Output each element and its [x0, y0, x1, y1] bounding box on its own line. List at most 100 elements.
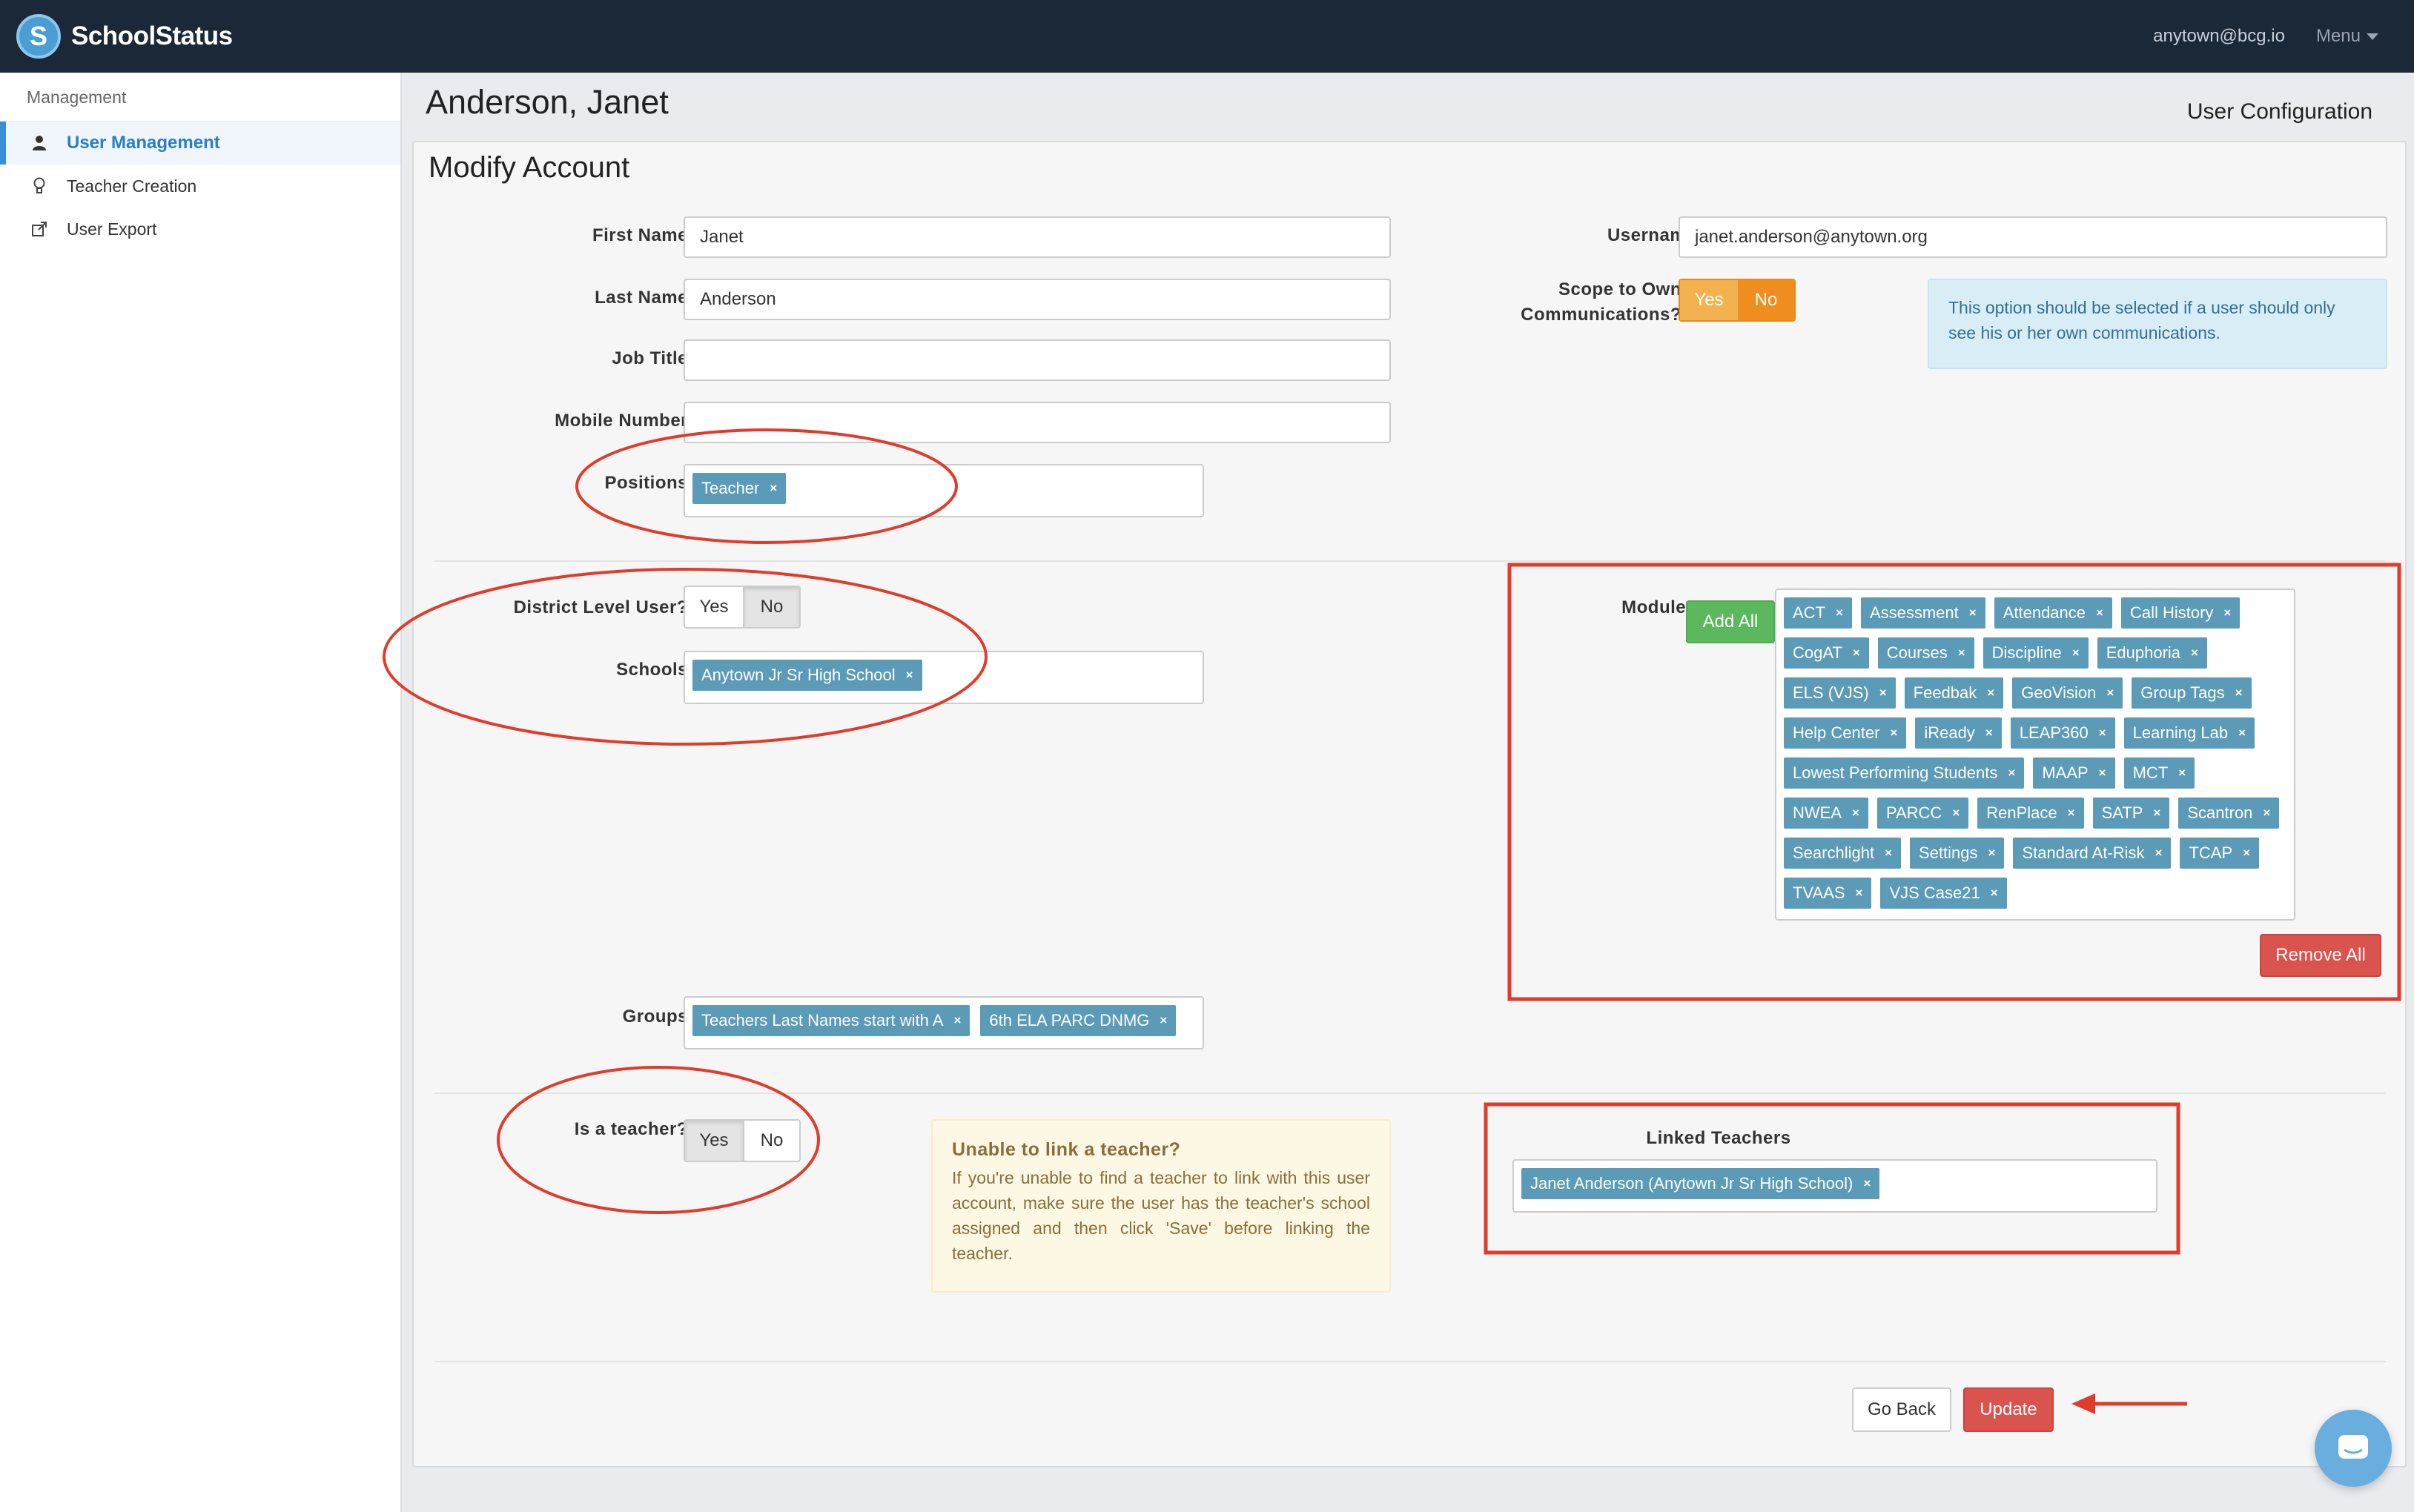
last-name-input[interactable]: Anderson — [684, 279, 1391, 320]
group-tag[interactable]: Teachers Last Names start with A × — [692, 1005, 970, 1036]
remove-tag-icon[interactable]: × — [2155, 846, 2163, 861]
sidebar-item-user-export[interactable]: User Export — [0, 208, 400, 251]
module-tag[interactable]: TCAP × — [2180, 838, 2260, 869]
remove-tag-icon[interactable]: × — [1852, 806, 1859, 820]
remove-tag-icon[interactable]: × — [1987, 686, 1994, 700]
module-tag[interactable]: Eduphoria × — [2097, 637, 2207, 669]
module-tag[interactable]: SATP × — [2092, 798, 2170, 829]
school-tag[interactable]: Anytown Jr Sr High School × — [692, 660, 922, 691]
remove-tag-icon[interactable]: × — [1969, 606, 1977, 620]
module-tag[interactable]: NWEA × — [1784, 798, 1868, 829]
module-tag[interactable]: Lowest Performing Students × — [1784, 757, 2025, 789]
job-title-input[interactable] — [684, 339, 1391, 381]
remove-tag-icon[interactable]: × — [1853, 646, 1860, 660]
remove-tag-icon[interactable]: × — [906, 668, 913, 683]
module-tag[interactable]: PARCC × — [1876, 798, 1969, 829]
remove-tag-icon[interactable]: × — [1863, 1176, 1871, 1191]
sidebar-item-user-management[interactable]: User Management — [0, 122, 400, 165]
remove-tag-icon[interactable]: × — [2106, 686, 2114, 700]
module-tag[interactable]: Searchlight × — [1784, 838, 1902, 869]
module-tag[interactable]: Group Tags × — [2132, 677, 2252, 709]
remove-tag-icon[interactable]: × — [1856, 886, 1863, 901]
remove-tag-icon[interactable]: × — [2099, 766, 2106, 780]
module-tag[interactable]: CogAT × — [1784, 637, 1869, 669]
scope-toggle[interactable]: Yes No — [1679, 279, 1796, 322]
menu-dropdown[interactable]: Menu — [2316, 26, 2378, 47]
district-yes-option[interactable]: Yes — [685, 587, 743, 627]
remove-tag-icon[interactable]: × — [1958, 646, 1965, 660]
schools-tag-input[interactable]: Anytown Jr Sr High School × — [684, 651, 1204, 704]
positions-tag-input[interactable]: Teacher × — [684, 464, 1204, 517]
go-back-button[interactable]: Go Back — [1852, 1387, 1951, 1432]
remove-tag-icon[interactable]: × — [1836, 606, 1843, 620]
remove-tag-icon[interactable]: × — [2263, 806, 2270, 820]
remove-tag-icon[interactable]: × — [1985, 726, 1993, 740]
remove-tag-icon[interactable]: × — [2153, 806, 2160, 820]
scope-no-option[interactable]: No — [1737, 280, 1794, 320]
remove-tag-icon[interactable]: × — [2099, 726, 2106, 740]
module-tag[interactable]: Courses × — [1877, 637, 1974, 669]
is-teacher-yes-option[interactable]: Yes — [685, 1121, 743, 1161]
module-tag[interactable]: Standard At-Risk × — [2013, 838, 2172, 869]
remove-tag-icon[interactable]: × — [2243, 846, 2250, 861]
add-all-modules-button[interactable]: Add All — [1686, 600, 1775, 643]
is-teacher-toggle[interactable]: Yes No — [684, 1119, 801, 1162]
district-level-toggle[interactable]: Yes No — [684, 586, 801, 629]
module-tag[interactable]: iReady × — [1915, 717, 2002, 749]
remove-tag-icon[interactable]: × — [770, 481, 777, 496]
module-tag[interactable]: Learning Lab × — [2123, 717, 2255, 749]
module-tag[interactable]: Discipline × — [1983, 637, 2089, 669]
module-tag[interactable]: GeoVision × — [2012, 677, 2123, 709]
remove-tag-icon[interactable]: × — [1991, 886, 1998, 901]
module-tag[interactable]: MCT × — [2123, 757, 2195, 789]
module-tag[interactable]: Settings × — [1910, 838, 2005, 869]
update-button[interactable]: Update — [1963, 1387, 2054, 1432]
module-tag[interactable]: VJS Case21 × — [1880, 878, 2007, 909]
remove-tag-icon[interactable]: × — [2178, 766, 2186, 780]
remove-tag-icon[interactable]: × — [2072, 646, 2080, 660]
remove-tag-icon[interactable]: × — [2191, 646, 2198, 660]
remove-tag-icon[interactable]: × — [2235, 686, 2243, 700]
position-tag[interactable]: Teacher × — [692, 473, 787, 504]
module-tag[interactable]: MAAP × — [2033, 757, 2115, 789]
module-tag[interactable]: Scantron × — [2178, 798, 2280, 829]
remove-tag-icon[interactable]: × — [2068, 806, 2075, 820]
module-tag[interactable]: ACT × — [1784, 597, 1852, 629]
group-tag[interactable]: 6th ELA PARC DNMG × — [980, 1005, 1177, 1036]
module-tag[interactable]: Assessment × — [1860, 597, 1985, 629]
sidebar-item-teacher-creation[interactable]: Teacher Creation — [0, 165, 400, 208]
remove-tag-icon[interactable]: × — [1988, 846, 1996, 861]
chat-widget-button[interactable] — [2315, 1410, 2392, 1487]
first-name-input[interactable]: Janet — [684, 216, 1391, 258]
remove-all-modules-button[interactable]: Remove All — [2260, 934, 2381, 977]
module-tag[interactable]: RenPlace × — [1977, 798, 2084, 829]
remove-tag-icon[interactable]: × — [1890, 726, 1897, 740]
module-tag[interactable]: LEAP360 × — [2010, 717, 2115, 749]
remove-tag-icon[interactable]: × — [1885, 846, 1892, 861]
remove-tag-icon[interactable]: × — [1879, 686, 1887, 700]
module-tag[interactable]: Call History × — [2120, 597, 2241, 629]
scope-yes-option[interactable]: Yes — [1680, 280, 1738, 320]
module-tag[interactable]: Feedbak × — [1904, 677, 2004, 709]
app-logo[interactable]: S SchoolStatus — [16, 14, 233, 59]
mobile-number-input[interactable] — [684, 402, 1391, 443]
remove-tag-icon[interactable]: × — [1160, 1013, 1167, 1028]
linked-teacher-tag[interactable]: Janet Anderson (Anytown Jr Sr High Schoo… — [1521, 1168, 1880, 1199]
groups-tag-input[interactable]: Teachers Last Names start with A × 6th EL… — [684, 996, 1204, 1050]
district-no-option[interactable]: No — [742, 587, 799, 627]
remove-tag-icon[interactable]: × — [1952, 806, 1960, 820]
remove-tag-icon[interactable]: × — [2223, 606, 2231, 620]
username-input[interactable]: janet.anderson@anytown.org — [1679, 216, 2387, 258]
module-tag[interactable]: Help Center × — [1784, 717, 1907, 749]
linked-teachers-tag-input[interactable]: Janet Anderson (Anytown Jr Sr High Schoo… — [1512, 1159, 2157, 1213]
user-email[interactable]: anytown@bcg.io — [2153, 26, 2285, 47]
remove-tag-icon[interactable]: × — [2008, 766, 2015, 780]
module-tag[interactable]: ELS (VJS) × — [1784, 677, 1896, 709]
remove-tag-icon[interactable]: × — [953, 1013, 961, 1028]
module-tag[interactable]: TVAAS × — [1784, 878, 1872, 909]
remove-tag-icon[interactable]: × — [2238, 726, 2246, 740]
remove-tag-icon[interactable]: × — [2096, 606, 2103, 620]
is-teacher-no-option[interactable]: No — [742, 1121, 799, 1161]
module-tag[interactable]: Attendance × — [1994, 597, 2112, 629]
modules-tag-input[interactable]: ACT × Assessment × Attendance × Call History × C… — [1775, 588, 2295, 921]
